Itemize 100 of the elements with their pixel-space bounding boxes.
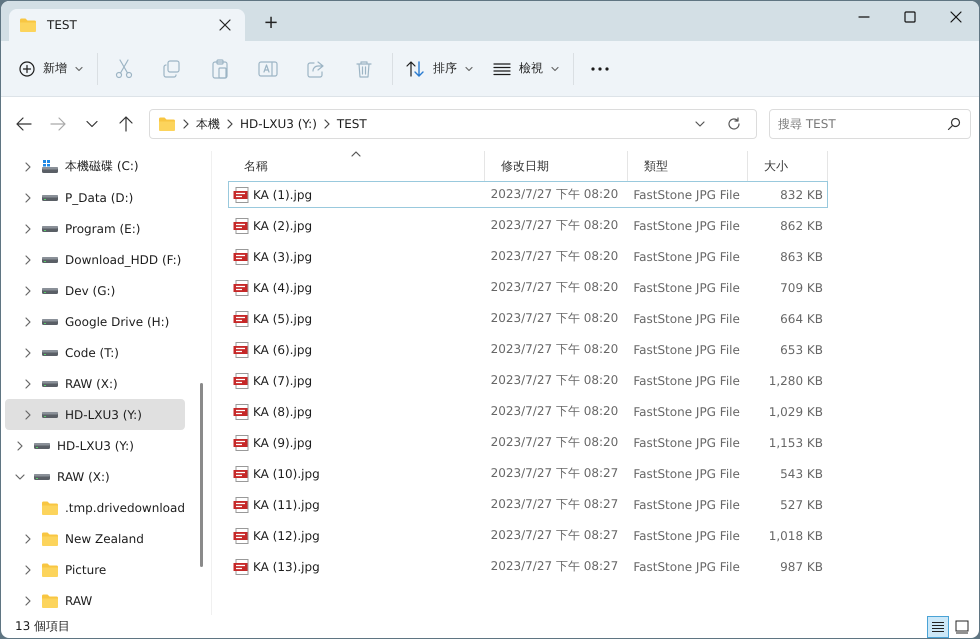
modified-date: 2023/7/27 下午 08:20 (490, 372, 620, 389)
sidebar-item[interactable]: HD-LXU3 (Y:) (5, 399, 185, 430)
item-count: 13 個項目 (15, 618, 70, 635)
file-size: 664 KB (779, 312, 824, 326)
sidebar-item[interactable]: Code (T:) (5, 337, 185, 368)
chevron-icon[interactable] (23, 564, 33, 574)
file-name[interactable]: KA (3).jpg (253, 250, 312, 264)
image-file-icon (233, 496, 249, 512)
chevron-icon[interactable] (23, 316, 33, 326)
address-bar[interactable]: 本機 HD-LXU3 (Y:) TEST (149, 109, 757, 139)
chevron-icon[interactable] (23, 596, 33, 606)
modified-date: 2023/7/27 下午 08:20 (490, 434, 620, 451)
folder-icon (41, 592, 59, 608)
file-name[interactable]: KA (11).jpg (253, 498, 320, 512)
modified-date: 2023/7/27 下午 08:20 (490, 403, 620, 420)
image-file-icon (233, 310, 249, 326)
sidebar-item[interactable]: Dev (G:) (5, 275, 185, 306)
drive-icon (41, 318, 59, 326)
file-name[interactable]: KA (13).jpg (253, 560, 320, 574)
sidebar-item[interactable]: 本機磁碟 (C:) (5, 151, 185, 182)
minimize-icon (858, 16, 870, 18)
chevron-icon[interactable] (15, 472, 25, 482)
file-name[interactable]: KA (5).jpg (253, 312, 312, 326)
file-row[interactable]: KA (9).jpg 2023/7/27 下午 08:20 FastStone JPG File 1,153 KB (228, 429, 828, 456)
file-name[interactable]: KA (2).jpg (253, 218, 312, 232)
file-row[interactable]: KA (12).jpg 2023/7/27 下午 08:27 FastStone JPG File 1,018 KB (228, 522, 828, 549)
file-row[interactable]: KA (2).jpg 2023/7/27 下午 08:20 FastStone JPG File 862 KB (228, 212, 828, 239)
file-row[interactable]: KA (10).jpg 2023/7/27 下午 08:27 FastStone JPG File 543 KB (228, 460, 828, 487)
sort-button[interactable]: 排序 (399, 52, 479, 86)
image-file-icon (233, 528, 249, 544)
file-row[interactable]: KA (8).jpg 2023/7/27 下午 08:20 FastStone JPG File 1,029 KB (228, 398, 828, 425)
chevron-icon[interactable] (23, 162, 33, 172)
file-name[interactable]: KA (8).jpg (253, 404, 312, 418)
column-header[interactable]: 名稱 (228, 151, 485, 181)
chevron-icon[interactable] (15, 440, 25, 450)
sidebar-item[interactable]: .tmp.drivedownload (5, 492, 185, 523)
chevron-icon[interactable] (23, 224, 33, 234)
file-name[interactable]: KA (6).jpg (253, 342, 312, 356)
breadcrumb-item[interactable]: HD-LXU3 (Y:) (240, 117, 317, 131)
file-name[interactable]: KA (12).jpg (253, 528, 320, 542)
drive-icon (41, 380, 59, 388)
file-type: FastStone JPG File (632, 250, 741, 264)
sidebar-item[interactable]: RAW (X:) (5, 461, 185, 492)
file-row[interactable]: KA (7).jpg 2023/7/27 下午 08:20 FastStone JPG File 1,280 KB (228, 367, 828, 394)
image-file-icon (233, 434, 249, 450)
drive-icon (33, 442, 51, 450)
image-file-icon (233, 372, 249, 388)
modified-date: 2023/7/27 下午 08:20 (490, 217, 620, 234)
image-file-icon (233, 404, 249, 420)
search-icon (947, 117, 961, 131)
sidebar-item[interactable]: Picture (5, 554, 185, 585)
forward-arrow-icon (50, 117, 66, 131)
chevron-icon[interactable] (23, 192, 33, 202)
view-button[interactable]: 檢視 (487, 52, 565, 86)
file-row[interactable]: KA (5).jpg 2023/7/27 下午 08:20 FastStone JPG File 664 KB (228, 305, 828, 332)
file-row[interactable]: KA (13).jpg 2023/7/27 下午 08:27 FastStone JPG File 987 KB (228, 553, 828, 580)
scrollbar[interactable] (200, 383, 203, 567)
sidebar-item[interactable]: Program (E:) (5, 213, 185, 244)
new-button[interactable]: 新增 (13, 52, 89, 86)
window-tab[interactable]: TEST (9, 9, 245, 41)
column-header[interactable]: 修改日期 (485, 151, 628, 181)
breadcrumb-item[interactable]: 本機 (196, 116, 220, 132)
drive-icon (41, 224, 59, 232)
column-header[interactable]: 類型 (628, 151, 748, 181)
sidebar-item[interactable]: Google Drive (H:) (5, 306, 185, 337)
sidebar-item[interactable]: RAW (5, 585, 185, 615)
file-name[interactable]: KA (7).jpg (253, 374, 312, 388)
drive-icon (41, 194, 59, 202)
file-name[interactable]: KA (4).jpg (253, 280, 312, 294)
sidebar-item[interactable]: RAW (X:) (5, 368, 185, 399)
breadcrumb-item[interactable]: TEST (336, 117, 367, 131)
details-view-button[interactable] (927, 616, 949, 638)
chevron-icon[interactable] (23, 286, 33, 296)
file-name[interactable]: KA (9).jpg (253, 436, 312, 450)
file-row[interactable]: KA (4).jpg 2023/7/27 下午 08:20 FastStone JPG File 709 KB (228, 274, 828, 301)
file-row[interactable]: KA (3).jpg 2023/7/27 下午 08:20 FastStone JPG File 863 KB (228, 243, 828, 270)
more-icon (591, 66, 609, 70)
file-name[interactable]: KA (10).jpg (253, 466, 320, 480)
image-file-icon (233, 342, 249, 358)
sidebar-item[interactable]: Download_HDD (F:) (5, 244, 185, 275)
file-row[interactable]: KA (6).jpg 2023/7/27 下午 08:20 FastStone JPG File 653 KB (228, 336, 828, 363)
column-header[interactable]: 大小 (748, 151, 828, 181)
sidebar-item[interactable]: HD-LXU3 (Y:) (5, 430, 185, 461)
file-row[interactable]: KA (11).jpg 2023/7/27 下午 08:27 FastStone JPG File 527 KB (228, 491, 828, 518)
chevron-icon[interactable] (23, 410, 33, 420)
chevron-icon[interactable] (23, 534, 33, 544)
sidebar-item[interactable]: P_Data (D:) (5, 182, 185, 213)
tab-title: TEST (47, 18, 78, 32)
folder-icon (158, 116, 176, 132)
search-field[interactable]: 搜尋 TEST (769, 109, 971, 139)
file-size: 653 KB (779, 342, 824, 356)
new-tab-button[interactable]: + (257, 9, 285, 37)
sidebar-item[interactable]: New Zealand (5, 523, 185, 554)
caret-icon (465, 66, 473, 72)
chevron-icon[interactable] (23, 348, 33, 358)
chevron-icon[interactable] (23, 378, 33, 388)
focused-row[interactable]: KA (1).jpg 2023/7/27 下午 08:20 FastStone JPG File 832 KB (228, 181, 828, 208)
file-size: 1,153 KB (768, 436, 824, 450)
file-name[interactable]: KA (1).jpg (253, 188, 312, 202)
chevron-icon[interactable] (23, 254, 33, 264)
